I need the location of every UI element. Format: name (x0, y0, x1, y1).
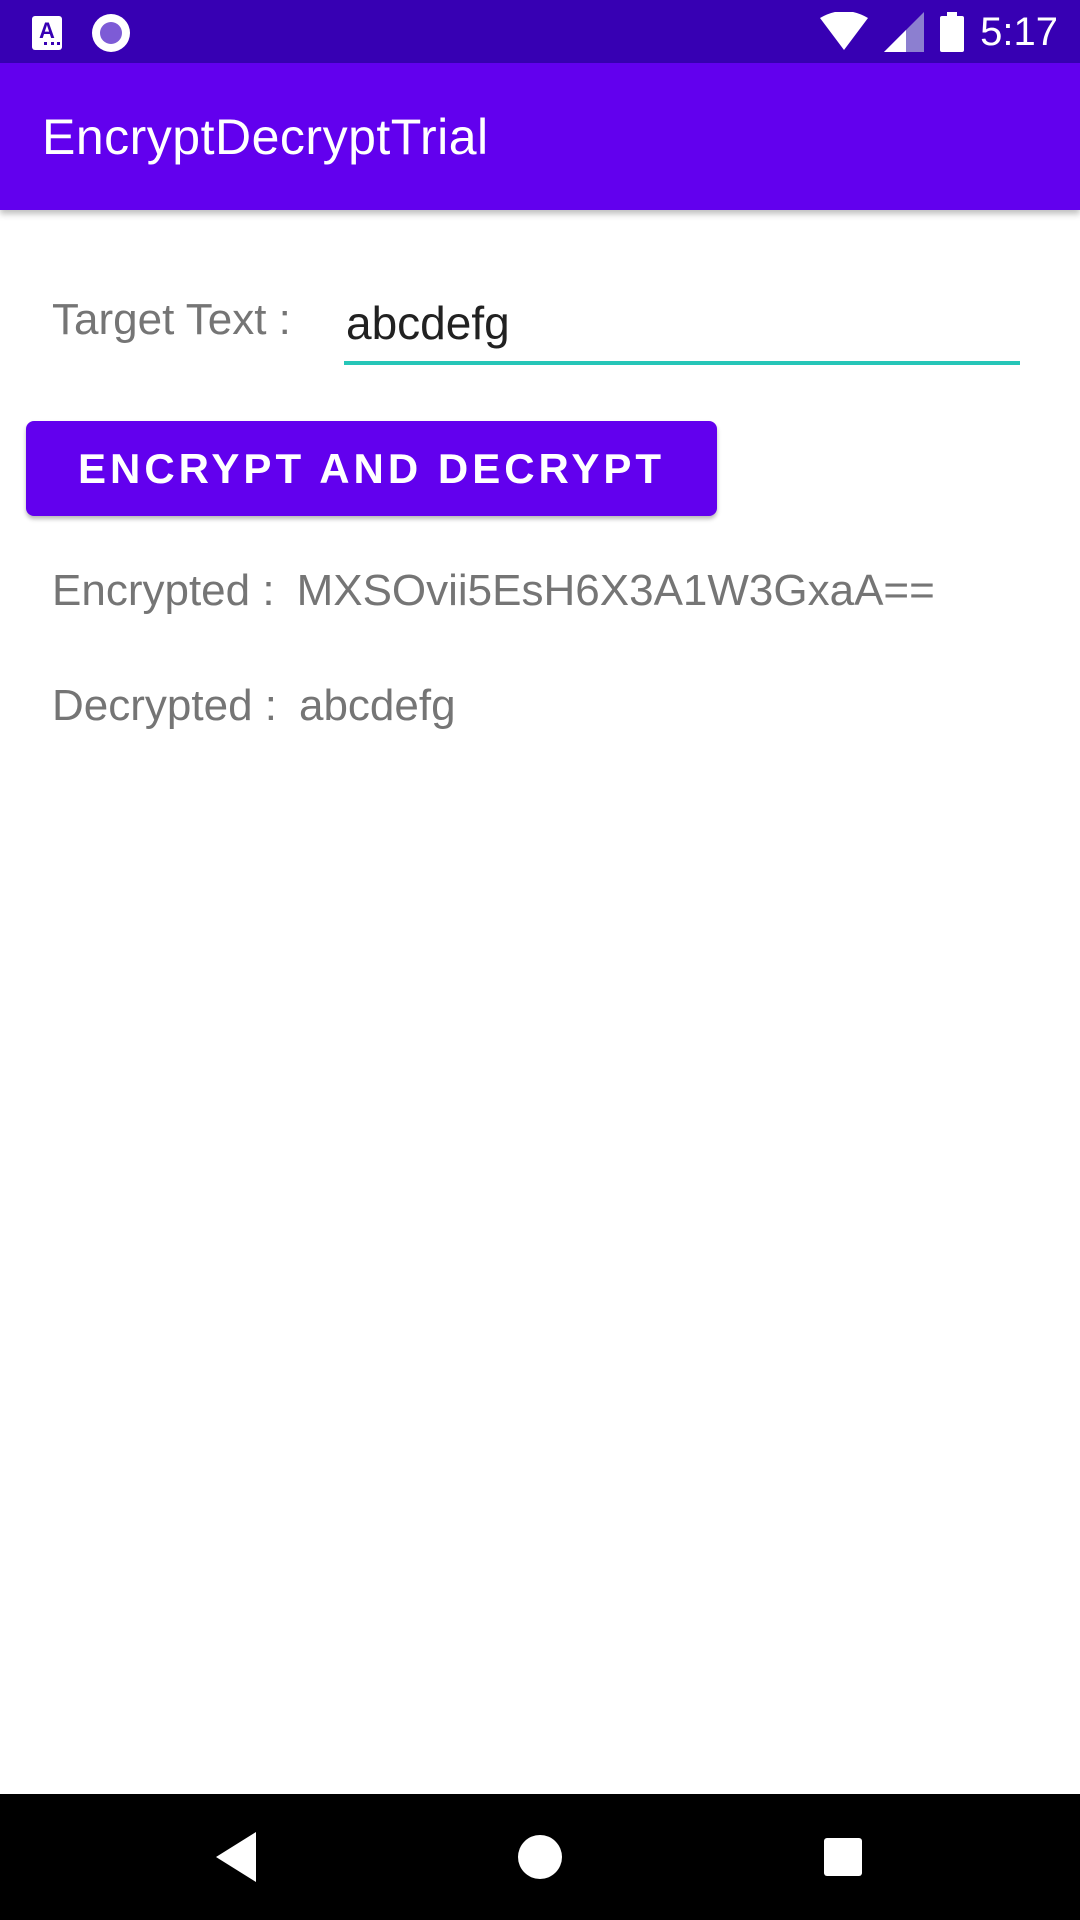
app-bar: EncryptDecryptTrial (0, 63, 1080, 210)
app-title: EncryptDecryptTrial (42, 109, 489, 165)
encrypted-row: Encrypted : MXSOvii5EsH6X3A1W3GxaA== (52, 563, 935, 619)
decrypted-row: Decrypted : abcdefg (52, 678, 456, 734)
battery-icon (940, 12, 965, 52)
app-screen: A 5:17 EncryptDecryptTrial Target Text : (0, 0, 1080, 1920)
accessibility-icon-glyph: A (39, 18, 55, 43)
encrypted-value: MXSOvii5EsH6X3A1W3GxaA== (296, 566, 935, 615)
status-bar-system: 5:17 (820, 8, 1058, 56)
status-time: 5:17 (980, 10, 1058, 54)
accessibility-icon-dots (44, 42, 60, 48)
status-bar: A 5:17 (0, 0, 1080, 63)
navigation-bar (0, 1794, 1080, 1920)
target-text-label: Target Text : (52, 295, 291, 344)
recent-apps-icon[interactable] (810, 1824, 876, 1890)
target-text-input[interactable] (344, 285, 1020, 365)
status-bar-notifications: A (32, 14, 130, 52)
encrypted-label: Encrypted : (52, 566, 275, 615)
home-icon[interactable] (507, 1824, 573, 1890)
signal-icon (884, 12, 925, 52)
decrypted-value: abcdefg (298, 681, 456, 730)
accessibility-icon: A (32, 16, 62, 50)
encrypt-and-decrypt-button[interactable]: ENCRYPT AND DECRYPT (26, 421, 717, 516)
record-icon (92, 14, 130, 52)
wifi-icon (820, 12, 869, 50)
back-icon[interactable] (204, 1824, 270, 1890)
decrypted-label: Decrypted : (52, 681, 277, 730)
target-text-row: Target Text : (52, 285, 1020, 365)
